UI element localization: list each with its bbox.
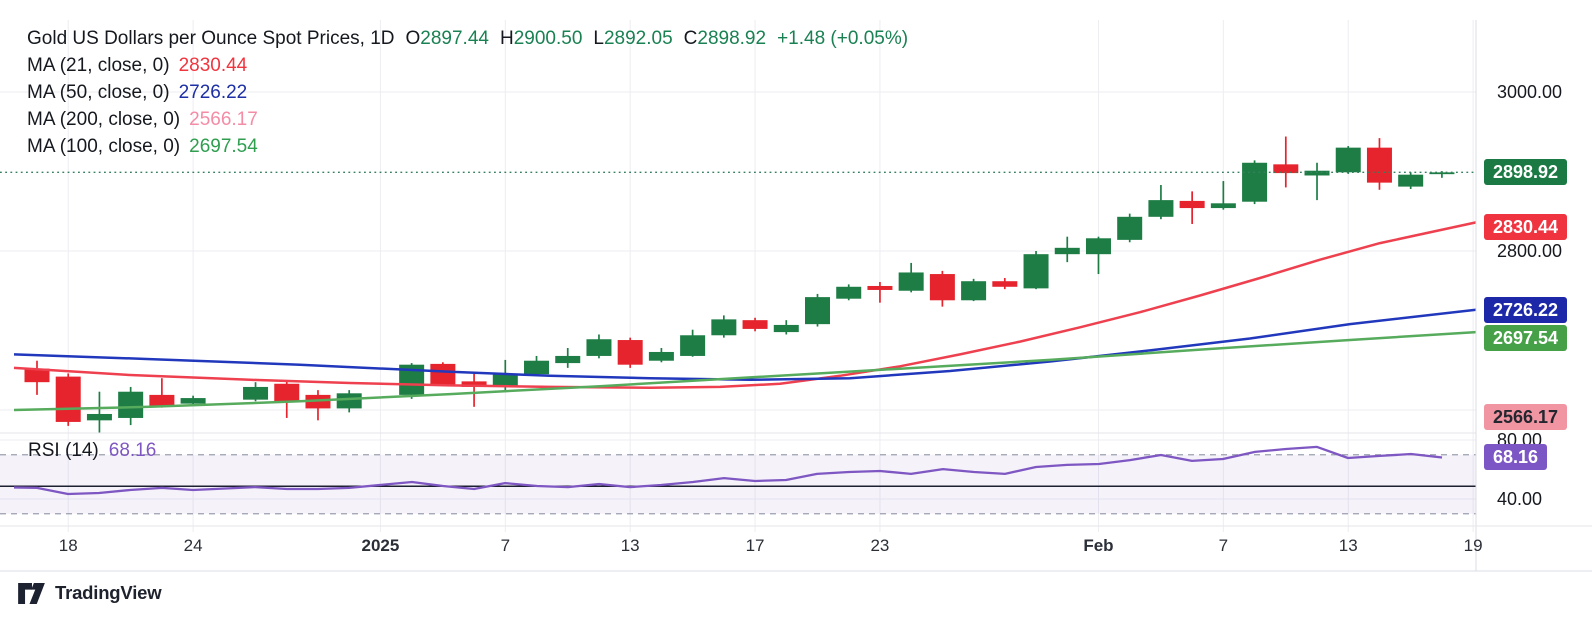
rsi-label-row[interactable]: RSI (14) 68.16 (28, 440, 156, 461)
candle-body[interactable] (992, 281, 1017, 287)
axis-time-label: 13 (590, 536, 670, 556)
indicator-label: MA (50, close, 0) (27, 82, 170, 103)
time-axis[interactable]: 182420257131723Feb71319 (0, 527, 1476, 571)
axis-time-label: 17 (715, 536, 795, 556)
axis-price-label: 3000.00 (1497, 82, 1562, 103)
title-row: Gold US Dollars per Ounce Spot Prices, 1… (27, 25, 908, 52)
candle-body[interactable] (680, 335, 705, 356)
axis-time-label: 24 (153, 536, 233, 556)
indicator-legend: MA (21, close, 0) 2830.44 MA (50, close, 0… (27, 52, 908, 160)
candle-body[interactable] (243, 387, 268, 400)
candle-body[interactable] (1211, 203, 1236, 208)
candle-body[interactable] (961, 281, 986, 300)
candle-body[interactable] (1242, 163, 1267, 202)
candle-body[interactable] (1398, 175, 1423, 187)
indicator-value: 2830.44 (179, 55, 248, 76)
candle-body[interactable] (743, 320, 768, 329)
candle-body[interactable] (181, 398, 206, 404)
candle-body[interactable] (87, 414, 112, 420)
rsi-value: 68.16 (109, 440, 157, 461)
axis-time-label: Feb (1058, 536, 1138, 556)
candle-body[interactable] (1148, 200, 1173, 217)
legend: Gold US Dollars per Ounce Spot Prices, 1… (27, 25, 908, 160)
axis-price-label: 40.00 (1497, 489, 1542, 510)
indicator-row[interactable]: MA (21, close, 0) 2830.44 (27, 52, 908, 79)
price-badge: 2697.54 (1484, 325, 1567, 351)
candle-body[interactable] (1180, 201, 1205, 208)
tradingview-logo-icon (18, 583, 45, 604)
axis-time-label: 19 (1433, 536, 1513, 556)
indicator-row[interactable]: MA (50, close, 0) 2726.22 (27, 79, 908, 106)
candle-body[interactable] (899, 272, 924, 290)
ohlc-value: 2898.92 (697, 28, 766, 49)
candle-body[interactable] (1055, 248, 1080, 254)
rsi-band (0, 455, 1476, 514)
indicator-label: MA (200, close, 0) (27, 109, 180, 130)
candle-body[interactable] (555, 356, 580, 363)
candle-body[interactable] (1117, 217, 1142, 240)
axis-time-label: 13 (1308, 536, 1388, 556)
candle-body[interactable] (118, 392, 143, 418)
candle-body[interactable] (430, 364, 455, 385)
candle-body[interactable] (586, 339, 611, 356)
ohlc-value: 2900.50 (514, 28, 583, 49)
indicator-label: MA (100, close, 0) (27, 136, 180, 157)
ohlc-key: L (593, 28, 604, 49)
ohlc-key: C (684, 28, 698, 49)
candle-body[interactable] (774, 325, 799, 332)
candle-body[interactable] (836, 287, 861, 299)
price-badge: 2726.22 (1484, 297, 1567, 323)
indicator-value: 2726.22 (179, 82, 248, 103)
axis-time-label: 2025 (340, 536, 420, 556)
symbol-title[interactable]: Gold US Dollars per Ounce Spot Prices, 1… (27, 28, 395, 49)
tradingview-logo-text: TradingView (55, 582, 161, 604)
tradingview-logo[interactable]: TradingView (18, 582, 161, 604)
candle-body[interactable] (618, 340, 643, 365)
indicator-value: 2697.54 (189, 136, 258, 157)
candle-body[interactable] (56, 377, 81, 422)
rsi-name: RSI (14) (28, 440, 99, 461)
ohlc-value: 2897.44 (420, 28, 489, 49)
ohlc-key: H (500, 28, 514, 49)
change-readout: +1.48 (+0.05%) (777, 28, 908, 49)
candle-body[interactable] (867, 286, 892, 290)
indicator-row[interactable]: MA (200, close, 0) 2566.17 (27, 106, 908, 133)
price-badge: 68.16 (1484, 444, 1547, 470)
candle-body[interactable] (1086, 238, 1111, 254)
chart-root: Gold US Dollars per Ounce Spot Prices, 1… (0, 0, 1592, 625)
axis-price-label: 2800.00 (1497, 241, 1562, 262)
price-badge: 2566.17 (1484, 404, 1567, 430)
price-badge: 2830.44 (1484, 214, 1567, 240)
candle-body[interactable] (337, 393, 362, 408)
ohlc-key: O (406, 28, 421, 49)
candle-body[interactable] (805, 297, 830, 324)
indicator-label: MA (21, close, 0) (27, 55, 170, 76)
axis-time-label: 23 (840, 536, 920, 556)
candle-body[interactable] (930, 274, 955, 300)
candle-body[interactable] (711, 319, 736, 335)
ma100-line[interactable] (14, 332, 1476, 410)
candle-body[interactable] (274, 384, 299, 402)
ohlc-value: 2892.05 (604, 28, 673, 49)
candle-body[interactable] (1367, 148, 1392, 183)
axis-time-label: 18 (28, 536, 108, 556)
price-badge: 2898.92 (1484, 159, 1567, 185)
price-axis[interactable]: 3000.002800.0080.0040.002898.922830.4427… (1476, 0, 1592, 571)
indicator-value: 2566.17 (189, 109, 258, 130)
axis-time-label: 7 (465, 536, 545, 556)
candle-body[interactable] (1024, 254, 1049, 288)
axis-time-label: 7 (1183, 536, 1263, 556)
candle-body[interactable] (1305, 171, 1330, 176)
candle-body[interactable] (649, 352, 674, 361)
indicator-row[interactable]: MA (100, close, 0) 2697.54 (27, 133, 908, 160)
candle-body[interactable] (524, 361, 549, 375)
ohlc-readout: O2897.44 H2900.50 L2892.05 C2898.92 (395, 28, 767, 49)
candle-body[interactable] (1336, 148, 1361, 173)
